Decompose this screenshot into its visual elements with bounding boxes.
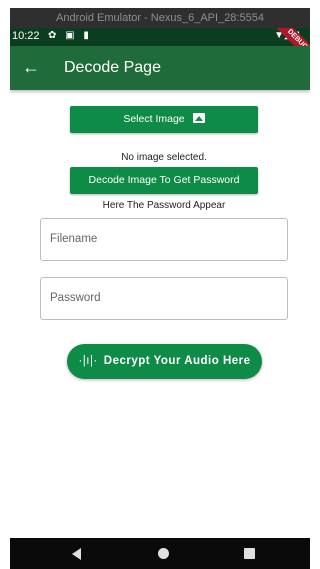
- nav-back-icon[interactable]: [72, 548, 81, 560]
- phone-screen: 10:22 ✿ ▣ ▮ ▼◢ ▮ DEBUG ← Decode Page Sel…: [10, 28, 310, 569]
- image-icon: [192, 113, 205, 123]
- no-image-status: No image selected.: [121, 152, 207, 163]
- select-image-label: Select Image: [123, 113, 185, 125]
- decode-image-button[interactable]: Decode Image To Get Password: [70, 167, 258, 194]
- app-bar: ← Decode Page: [10, 46, 310, 90]
- decrypt-audio-button[interactable]: ·|ı|· Decrypt Your Audio Here: [67, 344, 262, 379]
- status-bar: 10:22 ✿ ▣ ▮ ▼◢ ▮ DEBUG: [10, 28, 310, 69]
- password-field[interactable]: Password: [40, 277, 288, 320]
- page-title: Decode Page: [64, 59, 161, 76]
- status-time: 10:22: [12, 30, 40, 42]
- audio-wave-icon: ·|ı|·: [78, 355, 98, 367]
- select-image-button[interactable]: Select Image: [70, 106, 258, 133]
- status-notification-icons: ✿ ▣ ▮: [48, 30, 92, 41]
- decrypt-audio-label: Decrypt Your Audio Here: [103, 355, 251, 367]
- filename-field[interactable]: Filename: [40, 218, 288, 261]
- app-window: Android Emulator - Nexus_6_API_28:5554 1…: [0, 0, 310, 569]
- nav-recents-icon[interactable]: [244, 548, 255, 559]
- emulator-title: Android Emulator - Nexus_6_API_28:5554: [10, 8, 310, 28]
- back-arrow-icon[interactable]: ←: [22, 57, 40, 77]
- navigation-bar: [10, 538, 310, 569]
- password-result-text: Here The Password Appear: [102, 200, 226, 211]
- nav-home-icon[interactable]: [158, 548, 169, 559]
